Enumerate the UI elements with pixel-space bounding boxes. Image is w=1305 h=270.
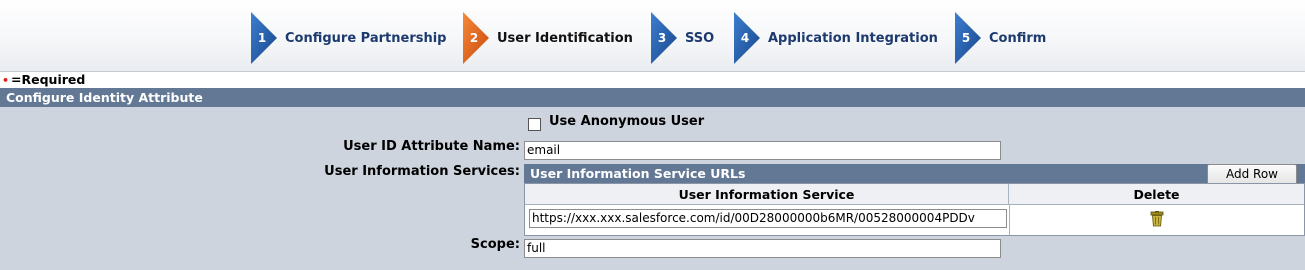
step-label: Confirm: [989, 30, 1047, 46]
step-number: 2: [469, 31, 479, 45]
required-note-text: =Required: [11, 72, 86, 87]
user-id-attribute-input[interactable]: email: [524, 141, 1001, 160]
step-number: 1: [257, 31, 267, 45]
step-number: 3: [657, 31, 667, 45]
user-id-attribute-label: User ID Attribute Name:: [343, 139, 520, 154]
add-row-button[interactable]: Add Row: [1207, 164, 1297, 185]
use-anonymous-user-label: Use Anonymous User: [549, 114, 705, 129]
step-label: Application Integration: [768, 30, 938, 46]
section-title: Configure Identity Attribute: [0, 88, 1305, 107]
step-arrow-icon: 4: [734, 12, 760, 64]
wizard-step-sso[interactable]: 3 SSO: [651, 12, 714, 64]
step-arrow-icon: 2: [463, 12, 489, 64]
use-anonymous-user-checkbox[interactable]: [528, 118, 541, 131]
required-note: • =Required: [2, 72, 85, 88]
uis-url-input[interactable]: https://xxx.xxx.salesforce.com/id/00D280…: [529, 209, 1007, 228]
wizard-step-configure-partnership[interactable]: 1 Configure Partnership: [251, 12, 447, 64]
user-info-services-label: User Information Services:: [324, 164, 520, 179]
step-number: 5: [961, 31, 971, 45]
uis-table-title: User Information Service URLs: [524, 164, 1305, 183]
scope-input[interactable]: full: [524, 239, 1001, 258]
required-dot-icon: •: [2, 74, 10, 87]
wizard-steps: 1 Configure Partnership 2 User Identific…: [0, 0, 1305, 72]
uis-table: User Information Service Delete https://…: [524, 183, 1305, 236]
step-arrow-icon: 5: [955, 12, 981, 64]
step-arrow-icon: 1: [251, 12, 277, 64]
cell-divider: [1009, 205, 1010, 235]
wizard-step-application-integration[interactable]: 4 Application Integration: [734, 12, 938, 64]
wizard-step-user-identification[interactable]: 2 User Identification: [463, 12, 633, 64]
step-number: 4: [740, 31, 750, 45]
step-label: Configure Partnership: [285, 30, 447, 46]
step-label: User Identification: [497, 30, 633, 46]
wizard-step-confirm[interactable]: 5 Confirm: [955, 12, 1046, 64]
step-label: SSO: [685, 30, 715, 46]
trash-icon[interactable]: [1150, 211, 1164, 227]
column-header-service: User Information Service: [525, 184, 1009, 205]
step-arrow-icon: 3: [651, 12, 677, 64]
column-header-delete: Delete: [1009, 184, 1304, 205]
scope-label: Scope:: [470, 237, 520, 252]
